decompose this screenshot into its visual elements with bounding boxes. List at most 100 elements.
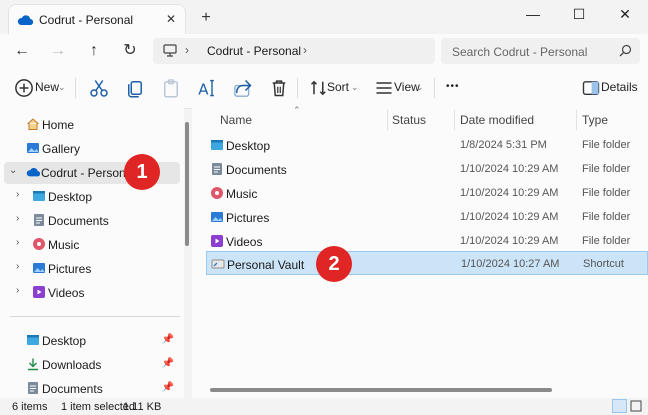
nav-item-desktop[interactable]: › Desktop [4,186,180,208]
command-bar: New ⌄ A Sort ⌄ View ⌄ ••• Details [0,66,648,109]
nav-label: Documents [48,214,109,228]
tab-close-icon[interactable]: ✕ [163,11,179,27]
chevron-down-icon[interactable]: ⌄ [58,76,66,98]
nav-item-videos[interactable]: › Videos [4,282,180,304]
search-placeholder: Search Codrut - Personal [452,45,588,59]
chevron-right-icon[interactable]: › [16,237,19,248]
chevron-right-icon[interactable]: › [16,285,19,296]
chevron-right-icon[interactable]: › [16,189,19,200]
nav-scrollbar[interactable] [185,122,189,246]
desktop-folder-icon [211,140,223,150]
new-button[interactable]: New [35,76,59,98]
search-icon [619,44,632,57]
file-date: 1/10/2024 10:29 AM [460,211,559,223]
new-tab-button[interactable]: + [196,8,216,28]
copy-icon[interactable] [125,78,145,98]
nav-item-gallery[interactable]: Gallery [4,138,180,160]
column-header-status[interactable]: Status [392,113,426,127]
paste-icon[interactable] [161,78,181,98]
toolbar-divider [297,78,298,98]
breadcrumb-chevron-icon[interactable]: › [303,43,307,57]
chevron-down-icon[interactable]: ⌄ [416,76,424,98]
chevron-right-icon[interactable]: › [16,213,19,224]
file-name: Videos [226,235,263,249]
downloads-icon [28,358,38,371]
chevron-right-icon[interactable]: › [16,261,19,272]
file-row[interactable]: Desktop 1/8/2024 5:31 PM File folder [206,134,648,156]
details-view-toggle-icon[interactable] [612,399,627,413]
tab-codrut-personal[interactable]: Codrut - Personal ✕ [8,4,186,34]
gallery-icon [27,143,39,153]
address-bar-row: ← → ↑ ↻ › Codrut - Personal › Search Cod… [0,34,648,66]
file-name: Music [226,187,258,201]
column-divider[interactable] [454,110,455,130]
minimize-button[interactable]: — [510,0,556,28]
file-date: 1/10/2024 10:27 AM [461,258,560,270]
file-row[interactable]: Pictures 1/10/2024 10:29 AM File folder [206,206,648,228]
nav-label: Videos [48,286,85,300]
quick-access-desktop[interactable]: Desktop 📌 [4,330,180,352]
pictures-icon [33,263,45,273]
annotation-badge-2: 2 [316,246,352,282]
pin-icon: 📌 [161,334,174,345]
refresh-icon[interactable]: ↻ [118,40,142,62]
column-divider[interactable] [387,110,388,130]
nav-item-music[interactable]: › Music [4,234,180,256]
horizontal-scrollbar[interactable] [210,388,552,392]
details-button[interactable]: Details [601,76,638,98]
sort-icon [310,80,326,96]
file-row-selected[interactable]: Personal Vault 1/10/2024 10:27 AM Shortc… [206,251,648,275]
maximize-button[interactable]: ☐ [556,0,602,28]
cut-icon[interactable] [89,78,109,98]
pin-icon: 📌 [161,358,174,369]
tiles-view-toggle-icon[interactable] [630,400,642,412]
file-date: 1/8/2024 5:31 PM [460,139,547,151]
forward-arrow-icon[interactable]: → [46,40,70,62]
quick-access-documents[interactable]: Documents 📌 [4,378,180,398]
nav-item-documents[interactable]: › Documents [4,210,180,232]
videos-icon [33,286,45,298]
onedrive-cloud-icon [17,15,33,26]
file-row[interactable]: Documents 1/10/2024 10:29 AM File folder [206,158,648,180]
title-bar: Codrut - Personal ✕ + — ☐ ✕ [0,0,648,34]
sort-button[interactable]: Sort [327,76,349,98]
column-header-type[interactable]: Type [582,113,608,127]
pin-icon: 📌 [161,382,174,393]
nav-label: Home [42,118,75,132]
address-box[interactable]: › Codrut - Personal › [153,38,435,64]
nav-item-home[interactable]: Home [4,114,180,136]
column-divider[interactable] [576,110,577,130]
close-window-button[interactable]: ✕ [602,0,648,28]
search-input[interactable]: Search Codrut - Personal [441,38,640,64]
chevron-down-icon[interactable]: ⌄ [351,76,359,98]
share-icon[interactable] [233,78,253,98]
column-header-name[interactable]: Name [220,113,252,127]
more-options-icon[interactable]: ••• [446,76,460,98]
chevron-down-icon[interactable]: ⌄ [9,165,17,176]
nav-divider [10,316,180,317]
nav-label: Pictures [48,262,92,276]
navigation-pane: Home Gallery ⌄ Codrut - Personal › Deskt… [0,108,184,398]
tab-title: Codrut - Personal [39,13,134,27]
nav-label: Downloads [42,358,102,372]
file-type: Shortcut [583,258,624,270]
rename-icon[interactable]: A [197,78,217,98]
file-name: Desktop [226,139,271,153]
nav-label: Music [48,238,80,252]
file-type: File folder [582,235,631,247]
documents-icon [28,382,38,394]
file-name: Pictures [226,211,270,225]
back-arrow-icon[interactable]: ← [10,40,34,62]
file-row[interactable]: Music 1/10/2024 10:29 AM File folder [206,182,648,204]
breadcrumb-chevron-icon[interactable]: › [185,43,189,57]
quick-access-downloads[interactable]: Downloads 📌 [4,354,180,376]
column-header-date[interactable]: Date modified [460,113,534,127]
breadcrumb[interactable]: Codrut - Personal [207,44,301,58]
item-count: 6 items [12,401,48,413]
up-arrow-icon[interactable]: ↑ [82,40,106,62]
videos-icon [211,235,223,247]
nav-label: Desktop [48,190,93,204]
delete-trash-icon[interactable] [269,78,289,98]
file-row[interactable]: Videos 1/10/2024 10:29 AM File folder [206,230,648,252]
nav-item-pictures[interactable]: › Pictures [4,258,180,280]
